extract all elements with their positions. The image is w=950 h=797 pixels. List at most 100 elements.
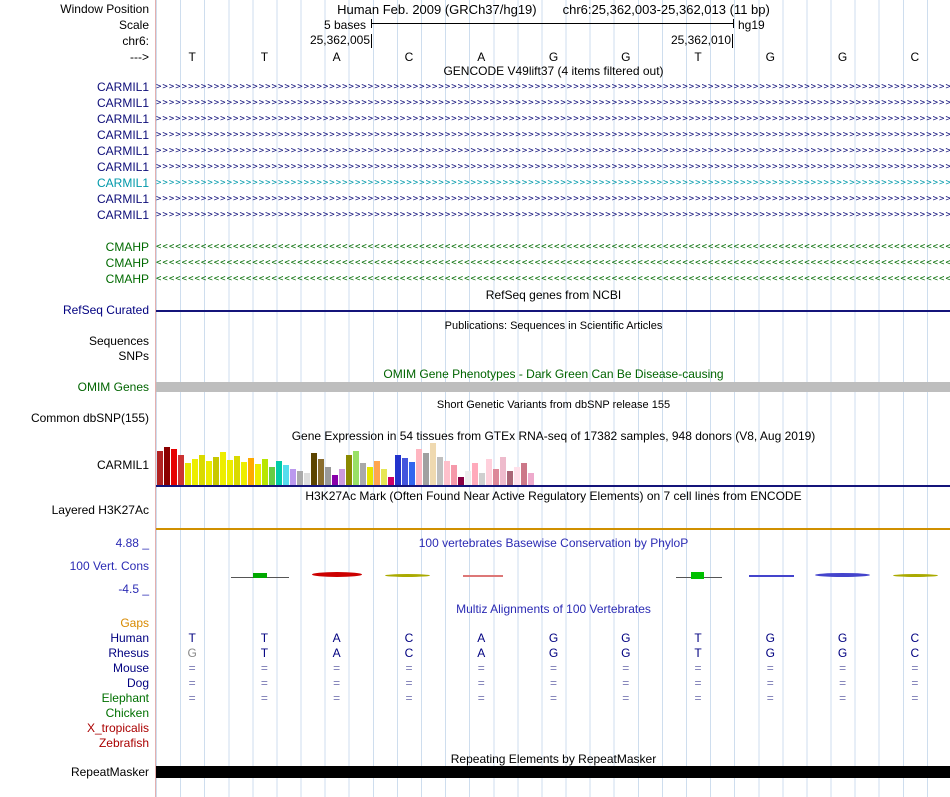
align-cell-dog-1: = bbox=[188, 676, 196, 690]
gene-row-cmahp[interactable]: <<<<<<<<<<<<<<<<<<<<<<<<<<<<<<<<<<<<<<<<… bbox=[156, 239, 950, 255]
gene-label-cmahp[interactable]: CMAHP bbox=[106, 272, 149, 286]
gene-row-carmil1[interactable]: >>>>>>>>>>>>>>>>>>>>>>>>>>>>>>>>>>>>>>>>… bbox=[156, 127, 950, 143]
gene-label-carmil1[interactable]: CARMIL1 bbox=[97, 80, 149, 94]
track-title-gene-expression-in-54-tissues-from-gtex-[interactable]: Gene Expression in 54 tissues from GTEx … bbox=[156, 429, 950, 443]
refseq-curated-label[interactable]: RefSeq Curated bbox=[63, 303, 149, 317]
species-label-zebrafish[interactable]: Zebrafish bbox=[99, 736, 149, 750]
gtex-tissue-bar-31 bbox=[367, 467, 373, 485]
snps-label[interactable]: SNPs bbox=[118, 349, 149, 363]
phylop-conservation-marks[interactable] bbox=[156, 560, 950, 590]
align-cell-elephant-2: = bbox=[260, 691, 268, 705]
align-cell-mouse-7: = bbox=[622, 661, 630, 675]
omim-genes-bar[interactable] bbox=[156, 382, 950, 392]
multiz-row-mouse[interactable]: = = = = = = = = = = = bbox=[156, 661, 950, 676]
gtex-gene-label[interactable]: CARMIL1 bbox=[97, 458, 149, 472]
sequence-base-1: T bbox=[188, 50, 196, 64]
gene-row-carmil1[interactable]: >>>>>>>>>>>>>>>>>>>>>>>>>>>>>>>>>>>>>>>>… bbox=[156, 111, 950, 127]
phylop-mark-5 bbox=[463, 575, 503, 577]
track-title-100-vertebrates-basewise-conservation-by[interactable]: 100 vertebrates Basewise Conservation by… bbox=[156, 536, 950, 550]
phylop-mark-3 bbox=[312, 572, 362, 577]
species-label-gaps[interactable]: Gaps bbox=[120, 616, 149, 630]
multiz-row-rhesus[interactable]: GTACAGGTGGC bbox=[156, 646, 950, 661]
gene-label-carmil1[interactable]: CARMIL1 bbox=[97, 160, 149, 174]
species-label-dog[interactable]: Dog bbox=[127, 676, 149, 690]
gene-row-carmil1[interactable]: >>>>>>>>>>>>>>>>>>>>>>>>>>>>>>>>>>>>>>>>… bbox=[156, 95, 950, 111]
layered-h3k27ac-label[interactable]: Layered H3K27Ac bbox=[52, 503, 149, 517]
track-title-repeating-elements-by-repeatmasker[interactable]: Repeating Elements by RepeatMasker bbox=[156, 752, 950, 766]
gene-label-carmil1[interactable]: CARMIL1 bbox=[97, 112, 149, 126]
species-label-mouse[interactable]: Mouse bbox=[113, 661, 149, 675]
gtex-tissue-bar-8 bbox=[206, 461, 212, 485]
gene-label-carmil1[interactable]: CARMIL1 bbox=[97, 208, 149, 222]
repeatmasker-label[interactable]: RepeatMasker bbox=[71, 765, 149, 779]
track-title-publications-sequences-in-scientific-art[interactable]: Publications: Sequences in Scientific Ar… bbox=[156, 319, 950, 333]
multiz-row-x-tropicalis[interactable] bbox=[156, 721, 950, 736]
species-label-human[interactable]: Human bbox=[110, 631, 149, 645]
gene-label-cmahp[interactable]: CMAHP bbox=[106, 240, 149, 254]
track-title-short-genetic-variants-from-dbsnp-releas[interactable]: Short Genetic Variants from dbSNP releas… bbox=[156, 398, 950, 412]
gtex-tissue-bar-20 bbox=[290, 469, 296, 485]
align-cell-human-1: T bbox=[188, 631, 196, 645]
align-cell-dog-4: = bbox=[405, 676, 413, 690]
gtex-tissue-bar-37 bbox=[409, 462, 415, 485]
gene-row-cmahp[interactable]: <<<<<<<<<<<<<<<<<<<<<<<<<<<<<<<<<<<<<<<<… bbox=[156, 271, 950, 287]
align-cell-elephant-9: = bbox=[766, 691, 774, 705]
align-cell-elephant-4: = bbox=[405, 691, 413, 705]
multiz-row-zebrafish[interactable] bbox=[156, 736, 950, 751]
species-label-rhesus[interactable]: Rhesus bbox=[108, 646, 149, 660]
gene-label-carmil1[interactable]: CARMIL1 bbox=[97, 144, 149, 158]
species-label-x-tropicalis[interactable]: X_tropicalis bbox=[87, 721, 149, 735]
common-dbsnp-label[interactable]: Common dbSNP(155) bbox=[31, 411, 149, 425]
multiz-row-elephant[interactable]: = = = = = = = = = = = bbox=[156, 691, 950, 706]
gtex-tissue-bar-48 bbox=[486, 459, 492, 485]
align-cell-human-9: G bbox=[765, 631, 775, 645]
gene-label-carmil1[interactable]: CARMIL1 bbox=[97, 192, 149, 206]
gene-row-carmil1[interactable]: >>>>>>>>>>>>>>>>>>>>>>>>>>>>>>>>>>>>>>>>… bbox=[156, 143, 950, 159]
gtex-tissue-bar-1 bbox=[157, 451, 163, 485]
track-title-multiz-alignments-of-100-vertebrates[interactable]: Multiz Alignments of 100 Vertebrates bbox=[156, 602, 950, 616]
gene-row-carmil1[interactable]: >>>>>>>>>>>>>>>>>>>>>>>>>>>>>>>>>>>>>>>>… bbox=[156, 191, 950, 207]
gtex-tissue-bar-3 bbox=[171, 449, 177, 485]
gene-label-carmil1[interactable]: CARMIL1 bbox=[97, 128, 149, 142]
vert-cons-label[interactable]: 100 Vert. Cons bbox=[70, 559, 149, 573]
gene-label-carmil1[interactable]: CARMIL1 bbox=[97, 96, 149, 110]
sequence-base-9: G bbox=[765, 50, 775, 64]
track-title-refseq-genes-from-ncbi[interactable]: RefSeq genes from NCBI bbox=[156, 288, 950, 302]
scale-bracket bbox=[371, 19, 734, 28]
species-label-elephant[interactable]: Elephant bbox=[102, 691, 149, 705]
gene-row-carmil1[interactable]: >>>>>>>>>>>>>>>>>>>>>>>>>>>>>>>>>>>>>>>>… bbox=[156, 79, 950, 95]
gtex-tissue-bar-51 bbox=[507, 471, 513, 485]
gene-row-carmil1[interactable]: >>>>>>>>>>>>>>>>>>>>>>>>>>>>>>>>>>>>>>>>… bbox=[156, 159, 950, 175]
multiz-row-gaps[interactable] bbox=[156, 616, 950, 631]
sequence-base-7: G bbox=[621, 50, 631, 64]
track-title-omim-gene-phenotypes-dark-green-can-be-d[interactable]: OMIM Gene Phenotypes - Dark Green Can Be… bbox=[156, 367, 950, 381]
species-label-chicken[interactable]: Chicken bbox=[106, 706, 149, 720]
multiz-row-dog[interactable]: = = = = = = = = = = = bbox=[156, 676, 950, 691]
gtex-tissue-bar-15 bbox=[255, 464, 261, 485]
align-cell-rhesus-8: T bbox=[694, 646, 702, 660]
align-cell-rhesus-6: G bbox=[548, 646, 559, 660]
track-title-h3k27ac-mark-often-found-near-active-reg[interactable]: H3K27Ac Mark (Often Found Near Active Re… bbox=[156, 489, 950, 503]
gene-row-carmil1[interactable]: >>>>>>>>>>>>>>>>>>>>>>>>>>>>>>>>>>>>>>>>… bbox=[156, 175, 950, 191]
gene-row-carmil1[interactable]: >>>>>>>>>>>>>>>>>>>>>>>>>>>>>>>>>>>>>>>>… bbox=[156, 207, 950, 223]
repeatmasker-bar[interactable] bbox=[156, 766, 950, 778]
align-cell-dog-10: = bbox=[839, 676, 847, 690]
refseq-curated-line[interactable] bbox=[156, 310, 950, 312]
h3k27ac-signal-line[interactable] bbox=[156, 528, 950, 530]
gene-row-cmahp[interactable]: <<<<<<<<<<<<<<<<<<<<<<<<<<<<<<<<<<<<<<<<… bbox=[156, 255, 950, 271]
multiz-row-chicken[interactable] bbox=[156, 706, 950, 721]
sequence-base-3: A bbox=[332, 50, 341, 64]
phylop-mark-10 bbox=[893, 574, 938, 577]
align-cell-elephant-7: = bbox=[622, 691, 630, 705]
gene-label-carmil1[interactable]: CARMIL1 bbox=[97, 176, 149, 190]
omim-genes-label[interactable]: OMIM Genes bbox=[78, 380, 149, 394]
sequences-label[interactable]: Sequences bbox=[89, 334, 149, 348]
gene-label-cmahp[interactable]: CMAHP bbox=[106, 256, 149, 270]
multiz-row-human[interactable]: TTACAGGTGGC bbox=[156, 631, 950, 646]
track-title-gencode-v49lift37-4-items-filtered-out[interactable]: GENCODE V49lift37 (4 items filtered out) bbox=[156, 64, 950, 78]
gtex-tissue-bar-33 bbox=[381, 469, 387, 485]
browser-track-area[interactable]: Human Feb. 2009 (GRCh37/hg19) chr6:25,36… bbox=[155, 0, 950, 797]
gtex-expression-bars[interactable] bbox=[157, 443, 535, 485]
gtex-tissue-bar-26 bbox=[332, 475, 338, 485]
align-cell-mouse-1: = bbox=[188, 661, 196, 675]
